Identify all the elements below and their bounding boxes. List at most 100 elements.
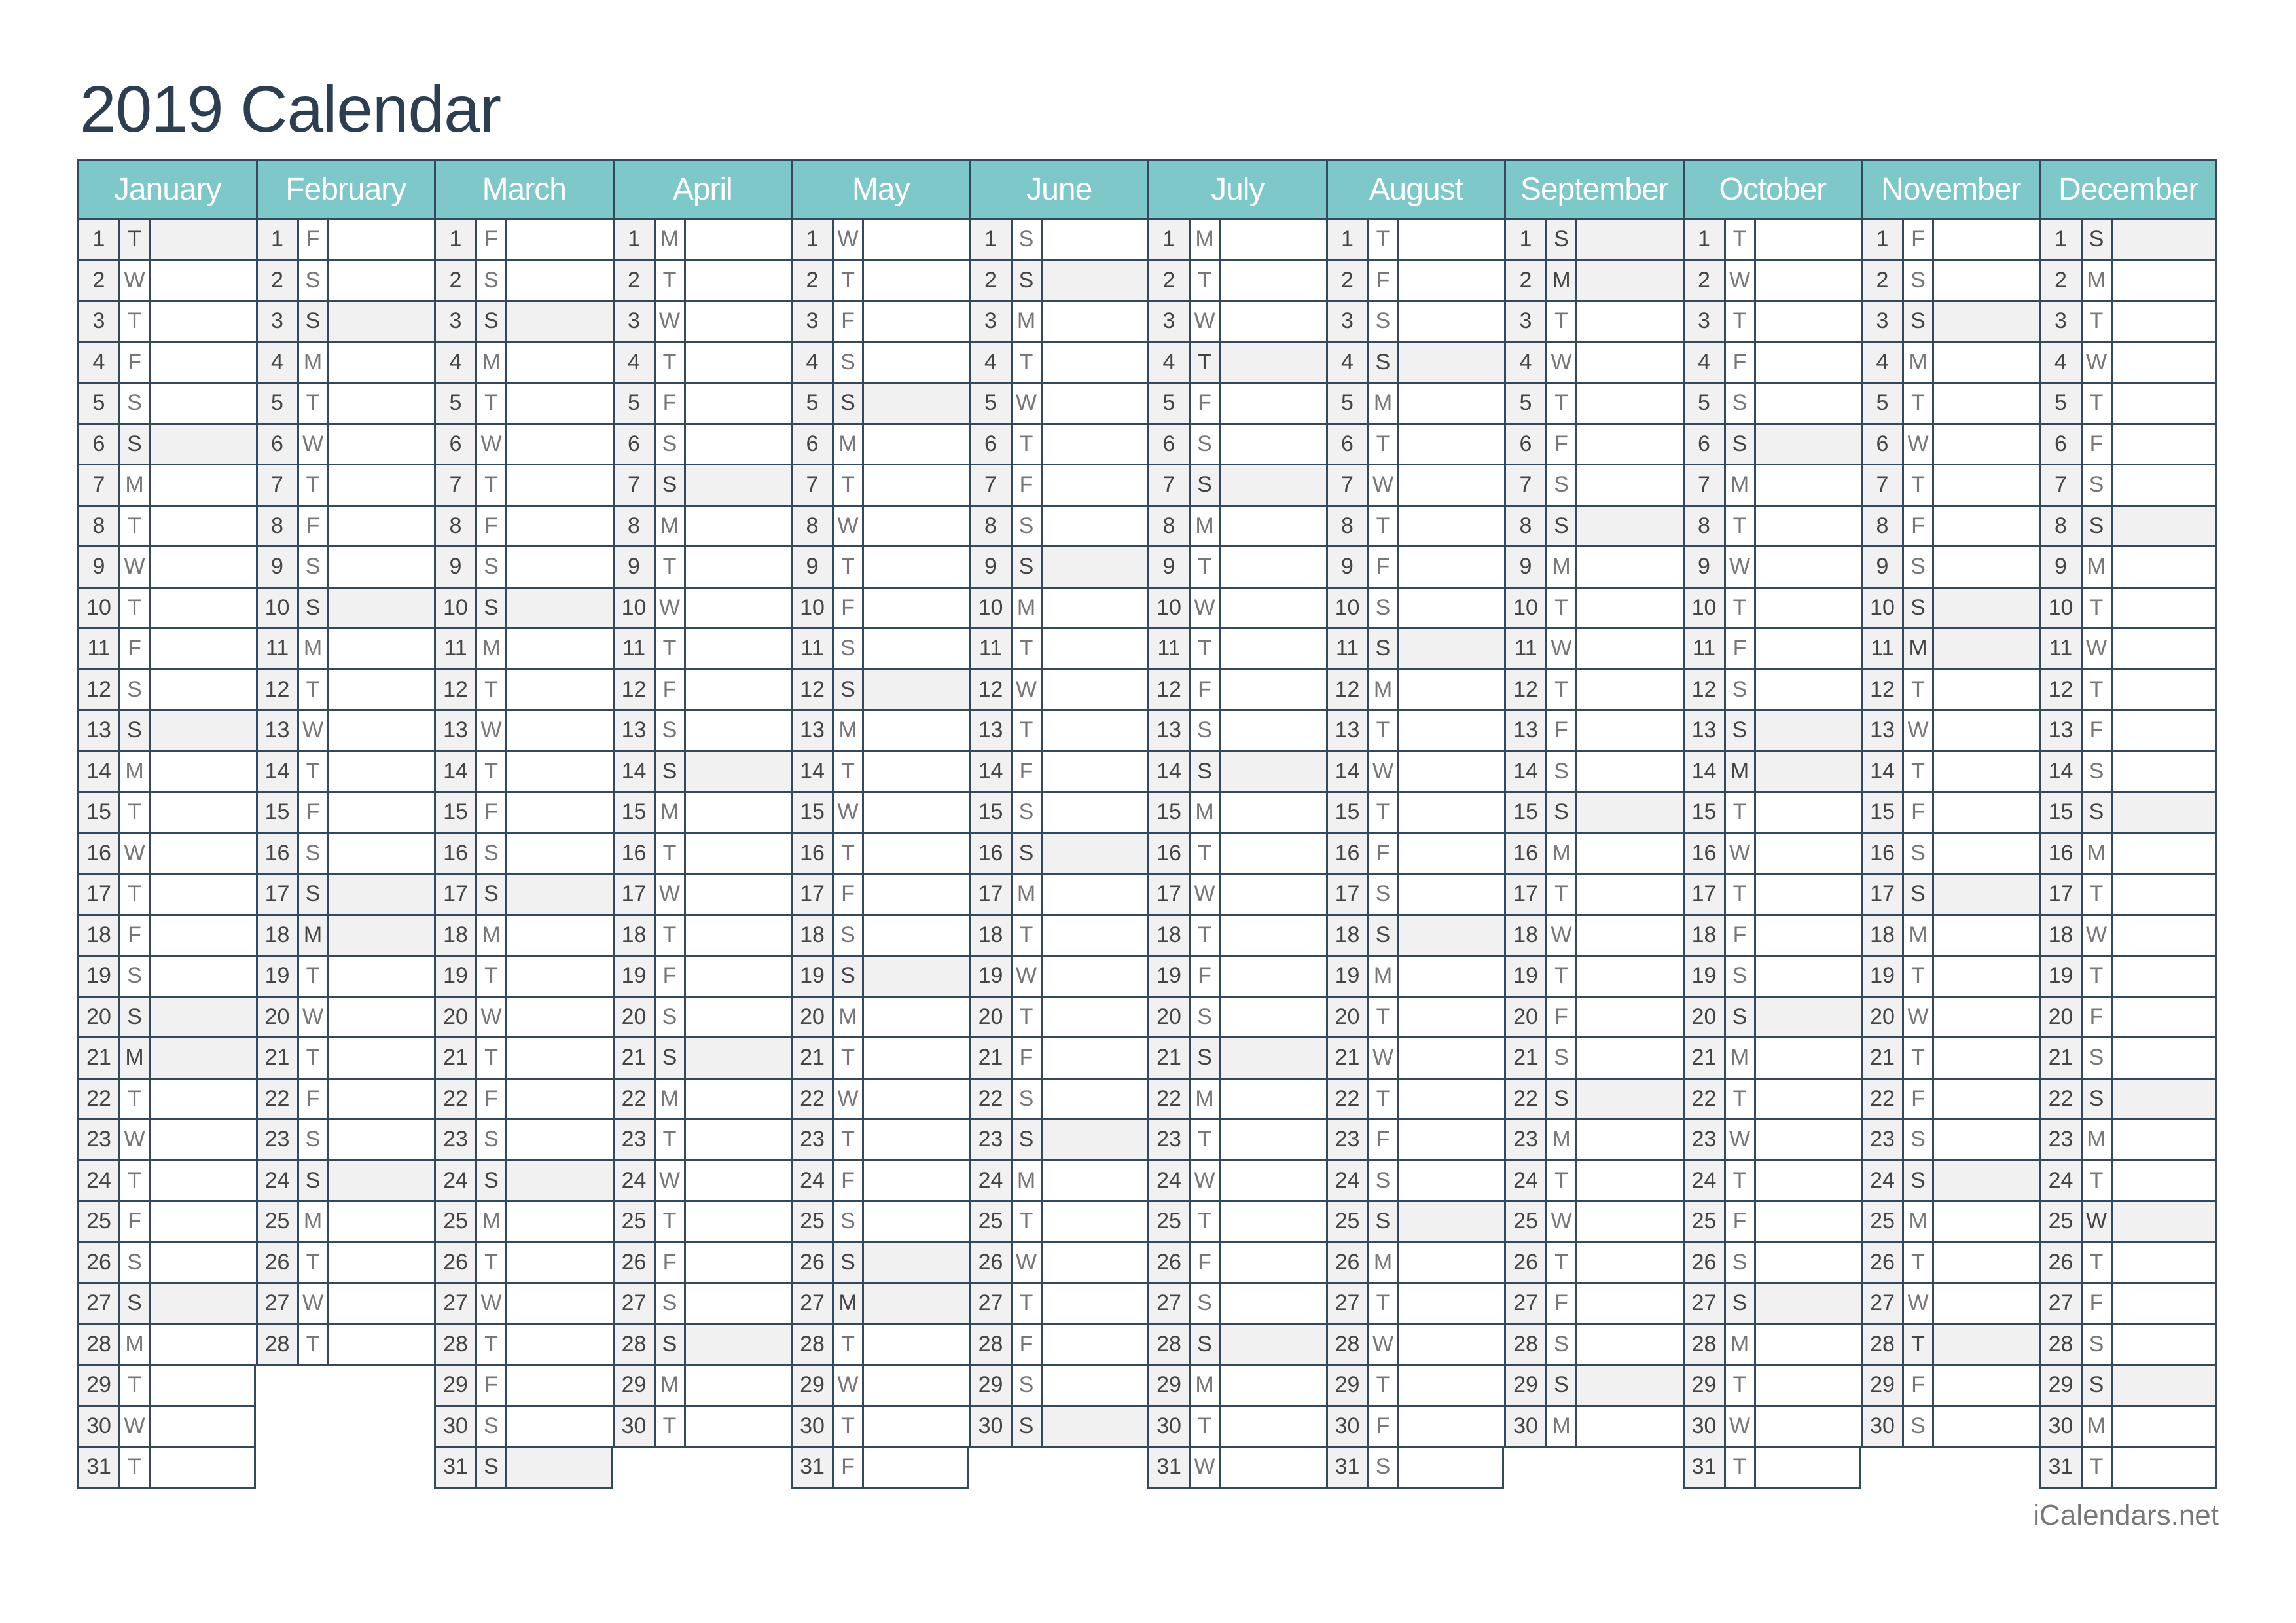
note-cell[interactable] xyxy=(1934,1243,2039,1282)
note-cell[interactable] xyxy=(329,1161,434,1200)
note-cell[interactable] xyxy=(1042,1324,1147,1364)
note-cell[interactable] xyxy=(1399,261,1504,300)
note-cell[interactable] xyxy=(1399,875,1504,914)
note-cell[interactable] xyxy=(1221,711,1326,750)
note-cell[interactable] xyxy=(1755,302,1861,341)
note-cell[interactable] xyxy=(1755,997,1861,1036)
note-cell[interactable] xyxy=(507,957,613,996)
note-cell[interactable] xyxy=(685,833,791,873)
note-cell[interactable] xyxy=(1934,957,2039,996)
note-cell[interactable] xyxy=(329,342,434,382)
note-cell[interactable] xyxy=(864,1448,967,1487)
note-cell[interactable] xyxy=(1399,465,1504,505)
note-cell[interactable] xyxy=(1755,1038,1861,1078)
note-cell[interactable] xyxy=(1221,793,1326,832)
note-cell[interactable] xyxy=(151,1243,256,1282)
note-cell[interactable] xyxy=(2112,1243,2215,1282)
note-cell[interactable] xyxy=(2112,670,2215,709)
note-cell[interactable] xyxy=(2112,997,2215,1036)
note-cell[interactable] xyxy=(507,342,613,382)
note-cell[interactable] xyxy=(151,302,256,341)
note-cell[interactable] xyxy=(1755,506,1861,545)
note-cell[interactable] xyxy=(329,752,434,791)
note-cell[interactable] xyxy=(1577,1038,1683,1078)
note-cell[interactable] xyxy=(685,957,791,996)
note-cell[interactable] xyxy=(864,384,969,423)
note-cell[interactable] xyxy=(1399,1366,1504,1405)
note-cell[interactable] xyxy=(1221,342,1326,382)
note-cell[interactable] xyxy=(507,793,613,832)
note-cell[interactable] xyxy=(1755,1243,1861,1282)
note-cell[interactable] xyxy=(1221,875,1326,914)
note-cell[interactable] xyxy=(2112,220,2215,259)
note-cell[interactable] xyxy=(151,547,256,587)
note-cell[interactable] xyxy=(1042,1079,1147,1118)
note-cell[interactable] xyxy=(507,629,613,668)
note-cell[interactable] xyxy=(1399,1202,1504,1241)
note-cell[interactable] xyxy=(1399,1448,1502,1487)
note-cell[interactable] xyxy=(1577,302,1683,341)
note-cell[interactable] xyxy=(1399,547,1504,587)
note-cell[interactable] xyxy=(1399,342,1504,382)
note-cell[interactable] xyxy=(1934,302,2039,341)
note-cell[interactable] xyxy=(685,547,791,587)
note-cell[interactable] xyxy=(1221,220,1326,259)
note-cell[interactable] xyxy=(329,997,434,1036)
note-cell[interactable] xyxy=(864,302,969,341)
note-cell[interactable] xyxy=(329,1120,434,1159)
note-cell[interactable] xyxy=(1042,588,1147,627)
note-cell[interactable] xyxy=(1399,833,1504,873)
note-cell[interactable] xyxy=(2112,833,2215,873)
note-cell[interactable] xyxy=(864,711,969,750)
note-cell[interactable] xyxy=(1221,1448,1326,1487)
note-cell[interactable] xyxy=(507,1284,613,1323)
note-cell[interactable] xyxy=(151,711,256,750)
note-cell[interactable] xyxy=(685,1038,791,1078)
note-cell[interactable] xyxy=(864,629,969,668)
note-cell[interactable] xyxy=(151,1202,256,1241)
note-cell[interactable] xyxy=(1577,506,1683,545)
note-cell[interactable] xyxy=(1399,997,1504,1036)
note-cell[interactable] xyxy=(1399,752,1504,791)
note-cell[interactable] xyxy=(1934,261,2039,300)
note-cell[interactable] xyxy=(864,1161,969,1200)
note-cell[interactable] xyxy=(864,1120,969,1159)
note-cell[interactable] xyxy=(151,506,256,545)
note-cell[interactable] xyxy=(1042,506,1147,545)
note-cell[interactable] xyxy=(151,1406,254,1446)
note-cell[interactable] xyxy=(1399,384,1504,423)
note-cell[interactable] xyxy=(1042,833,1147,873)
note-cell[interactable] xyxy=(1577,915,1683,955)
note-cell[interactable] xyxy=(2112,384,2215,423)
note-cell[interactable] xyxy=(1755,1079,1861,1118)
note-cell[interactable] xyxy=(507,220,613,259)
note-cell[interactable] xyxy=(1934,1406,2039,1446)
note-cell[interactable] xyxy=(329,547,434,587)
note-cell[interactable] xyxy=(2112,1079,2215,1118)
note-cell[interactable] xyxy=(1755,465,1861,505)
note-cell[interactable] xyxy=(1221,465,1326,505)
note-cell[interactable] xyxy=(1221,1079,1326,1118)
note-cell[interactable] xyxy=(507,1161,613,1200)
note-cell[interactable] xyxy=(151,342,256,382)
note-cell[interactable] xyxy=(151,261,256,300)
note-cell[interactable] xyxy=(507,261,613,300)
note-cell[interactable] xyxy=(2112,1202,2215,1241)
note-cell[interactable] xyxy=(1755,1448,1859,1487)
note-cell[interactable] xyxy=(2112,1284,2215,1323)
note-cell[interactable] xyxy=(1399,1120,1504,1159)
note-cell[interactable] xyxy=(1042,875,1147,914)
note-cell[interactable] xyxy=(329,261,434,300)
note-cell[interactable] xyxy=(1755,752,1861,791)
note-cell[interactable] xyxy=(507,711,613,750)
note-cell[interactable] xyxy=(1399,506,1504,545)
note-cell[interactable] xyxy=(1221,915,1326,955)
note-cell[interactable] xyxy=(507,506,613,545)
note-cell[interactable] xyxy=(1934,1202,2039,1241)
note-cell[interactable] xyxy=(329,1243,434,1282)
note-cell[interactable] xyxy=(685,670,791,709)
note-cell[interactable] xyxy=(1399,629,1504,668)
note-cell[interactable] xyxy=(2112,424,2215,464)
note-cell[interactable] xyxy=(329,1202,434,1241)
note-cell[interactable] xyxy=(685,588,791,627)
